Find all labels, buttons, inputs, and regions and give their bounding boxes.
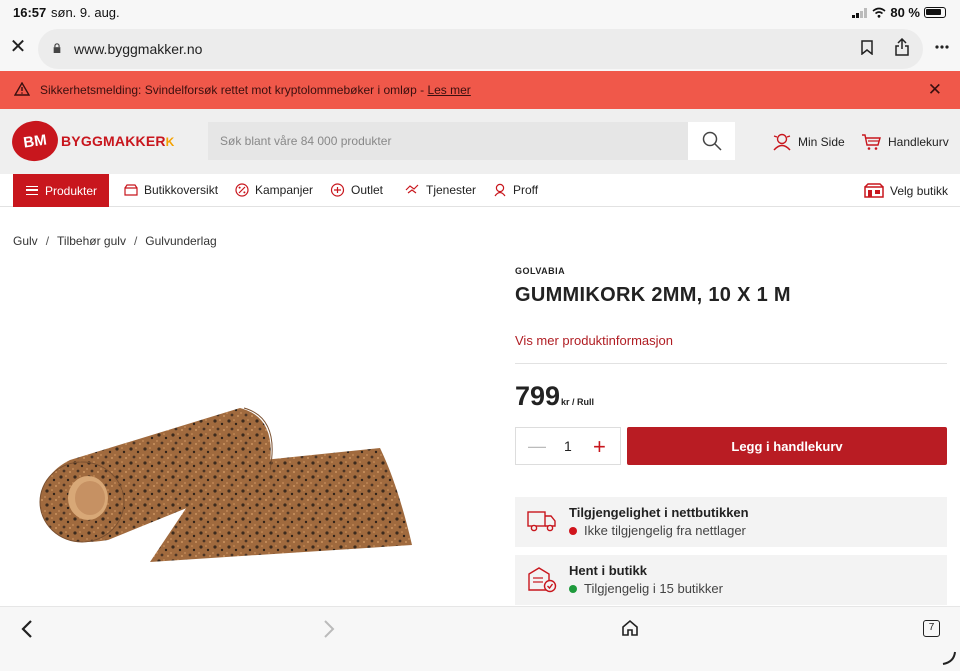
divider (515, 363, 947, 364)
choose-store-label: Velg butikk (890, 183, 949, 198)
url-text: www.byggmakker.no (74, 41, 203, 57)
breadcrumb-item[interactable]: Gulv (13, 234, 38, 248)
nav-label: Butikkoversikt (144, 183, 219, 197)
byggmakker-logo[interactable]: BM BYGGMAKKERK (9, 117, 175, 165)
nav-label: Outlet (351, 183, 384, 197)
alert-message: Sikkerhetsmelding: Svindelforsøk rettet … (40, 83, 471, 97)
product-info-link[interactable]: Vis mer produktinformasjon (515, 333, 673, 348)
nav-item-tjenester[interactable]: Tjenester (405, 183, 476, 197)
helmet-icon (494, 183, 506, 197)
nav-label: Kampanjer (255, 183, 314, 197)
lock-icon (53, 43, 61, 53)
decrease-quantity-button[interactable]: — (528, 436, 546, 457)
battery-percent: 80 % (890, 5, 920, 20)
status-time: 16:57 (13, 5, 47, 20)
increase-quantity-button[interactable]: + (593, 434, 606, 460)
breadcrumb: Gulv / Tilbehør gulv / Gulvunderlag (13, 234, 217, 248)
search-input[interactable]: Søk blant våre 84 000 produkter (208, 122, 688, 160)
breadcrumb-separator: / (133, 234, 138, 248)
search-icon (702, 131, 722, 151)
tag-icon (330, 183, 345, 197)
online-availability-card: Tilgjengelighet i nettbutikken Ikke tilg… (515, 497, 947, 547)
browser-bottom-bar: 7 (0, 606, 960, 671)
quantity-value[interactable]: 1 (564, 438, 572, 454)
breadcrumb-item[interactable]: Gulvunderlag (145, 234, 216, 248)
alert-text: Sikkerhetsmelding: Svindelforsøk rettet … (40, 83, 428, 97)
nav-label: Tjenester (426, 183, 477, 197)
browser-toolbar: ✕ www.byggmakker.no (0, 26, 960, 71)
add-to-cart-button[interactable]: Legg i handlekurv (627, 427, 947, 465)
signal-icon (852, 7, 868, 18)
ios-status-bar: 16:57 søn. 9. aug. 80 % (0, 0, 960, 26)
site-header: BM BYGGMAKKERK Søk blant våre 84 000 pro… (0, 109, 960, 174)
availability-title: Hent i butikk (569, 563, 648, 578)
product-title: GUMMIKORK 2MM, 10 X 1 M (515, 284, 791, 306)
products-label: Produkter (45, 183, 98, 198)
hamburger-icon (26, 186, 38, 195)
percent-icon (235, 183, 249, 197)
min-side-link[interactable]: Min Side (772, 133, 845, 151)
store-icon (124, 184, 138, 196)
choose-store-button[interactable]: Velg butikk (864, 183, 948, 198)
status-dot-red (569, 526, 577, 535)
quantity-stepper: — 1 + (515, 427, 621, 465)
logo-text: BYGGMAKKERK (61, 133, 175, 149)
product-price: 799 (515, 381, 561, 411)
category-nav: Produkter Butikkoversikt Kampanjer Outle… (0, 174, 960, 207)
close-icon[interactable]: ✕ (8, 36, 28, 58)
cart-label: Handlekurv (888, 135, 949, 149)
availability-status-text: Tilgjengelig i 15 butikker (584, 581, 723, 596)
battery-icon (924, 7, 946, 18)
close-alert-icon[interactable]: ✕ (928, 80, 942, 100)
tabs-button[interactable]: 7 (923, 620, 940, 637)
product-image (39, 407, 412, 562)
bookmark-icon[interactable] (861, 40, 873, 55)
back-icon[interactable] (20, 619, 34, 639)
status-date: søn. 9. aug. (51, 5, 120, 20)
logo-badge: BM (9, 117, 61, 165)
status-dot-green (569, 584, 577, 593)
breadcrumb-item[interactable]: Tilbehør gulv (57, 234, 126, 248)
wifi-icon (872, 7, 886, 18)
breadcrumb-separator: / (45, 234, 50, 248)
search-button[interactable] (688, 122, 735, 160)
price-unit: kr / Rull (561, 397, 595, 407)
availability-status-text: Ikke tilgjengelig fra nettlager (584, 523, 746, 538)
cart-icon (862, 134, 881, 150)
nav-item-butikkoversikt[interactable]: Butikkoversikt (124, 183, 218, 197)
availability-status: Ikke tilgjengelig fra nettlager (569, 523, 746, 538)
store-pickup-card[interactable]: Hent i butikk Tilgjengelig i 15 butikker (515, 555, 947, 605)
nav-item-proff[interactable]: Proff (493, 183, 538, 197)
home-icon[interactable] (621, 619, 639, 637)
status-indicators: 80 % (852, 5, 946, 20)
resize-handle-icon[interactable] (942, 651, 956, 665)
share-icon[interactable] (895, 38, 909, 56)
min-side-label: Min Side (798, 135, 845, 149)
read-more-link[interactable]: Les mer (427, 83, 470, 97)
nav-label: Proff (513, 183, 539, 197)
products-menu-button[interactable]: Produkter (13, 174, 109, 207)
handshake-icon (405, 184, 419, 194)
security-alert-banner: Sikkerhetsmelding: Svindelforsøk rettet … (0, 71, 960, 109)
product-brand: GOLVABIA (515, 266, 566, 276)
store-location-icon (864, 183, 884, 198)
user-icon (773, 133, 791, 151)
forward-icon[interactable] (322, 619, 336, 639)
warning-icon (14, 82, 30, 96)
availability-title: Tilgjengelighet i nettbutikken (569, 505, 749, 520)
nav-item-outlet[interactable]: Outlet (330, 183, 383, 197)
nav-item-kampanjer[interactable]: Kampanjer (235, 183, 313, 197)
address-bar[interactable]: www.byggmakker.no (38, 29, 923, 69)
delivery-truck-icon (527, 511, 556, 532)
store-check-icon (528, 567, 557, 593)
availability-status: Tilgjengelig i 15 butikker (569, 581, 723, 596)
more-icon[interactable] (935, 45, 949, 49)
cart-link[interactable]: Handlekurv (861, 133, 949, 151)
